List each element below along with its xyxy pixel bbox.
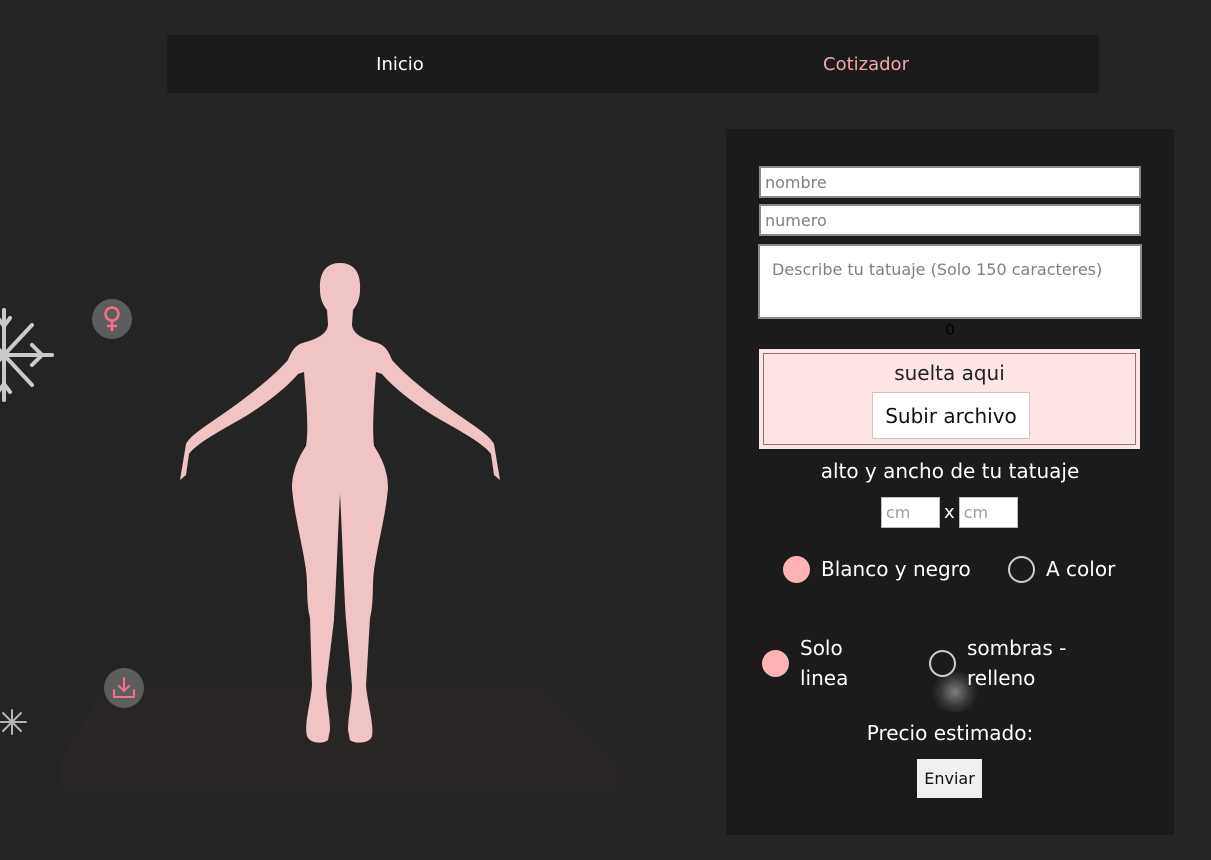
female-figure [180, 263, 500, 743]
model-viewer[interactable] [0, 110, 700, 830]
width-field[interactable] [958, 497, 1018, 528]
size-inputs: x [881, 497, 1018, 528]
char-counter: 0 [945, 321, 955, 339]
radio-color-label: A color [1046, 557, 1116, 581]
nav-link-inicio[interactable]: Inicio [167, 35, 633, 93]
name-field[interactable] [759, 166, 1141, 198]
quote-form: 0 suelta aqui Subir archivo alto y ancho… [726, 129, 1174, 835]
size-title: alto y ancho de tu tatuaje [820, 459, 1080, 483]
female-symbol-icon [104, 306, 120, 331]
model-canvas [61, 263, 618, 790]
color-option-color[interactable]: A color [1008, 554, 1115, 584]
size-separator: x [944, 502, 955, 523]
height-field[interactable] [881, 497, 940, 528]
color-option-bw[interactable]: Blanco y negro [783, 554, 971, 584]
gender-toggle-button[interactable] [92, 299, 132, 339]
snowflake-small-icon [0, 709, 27, 735]
download-button[interactable] [104, 668, 144, 708]
radio-shading-label: sombras - relleno [967, 636, 1067, 690]
style-option-line[interactable]: Solo linea [762, 633, 860, 693]
radio-bw[interactable] [783, 555, 810, 583]
snowflake-icon [0, 308, 54, 402]
estimated-price-label: Precio estimado: [866, 721, 1034, 745]
download-icon [113, 677, 135, 698]
radio-color[interactable] [1008, 555, 1035, 583]
dropzone-label: suelta aqui [894, 361, 1005, 385]
phone-field[interactable] [759, 204, 1141, 236]
file-dropzone[interactable]: suelta aqui Subir archivo [759, 349, 1140, 449]
nav-link-cotizador[interactable]: Cotizador [633, 35, 1099, 93]
floor-platform [61, 686, 618, 790]
radio-bw-label: Blanco y negro [821, 557, 971, 581]
description-textarea[interactable] [758, 244, 1142, 319]
upload-file-button[interactable]: Subir archivo [872, 392, 1030, 439]
send-button[interactable]: Enviar [917, 759, 982, 798]
radio-line[interactable] [762, 649, 789, 677]
radio-line-label: Solo linea [800, 636, 849, 690]
light-glow [930, 672, 980, 712]
top-nav: Inicio Cotizador [167, 35, 1099, 93]
